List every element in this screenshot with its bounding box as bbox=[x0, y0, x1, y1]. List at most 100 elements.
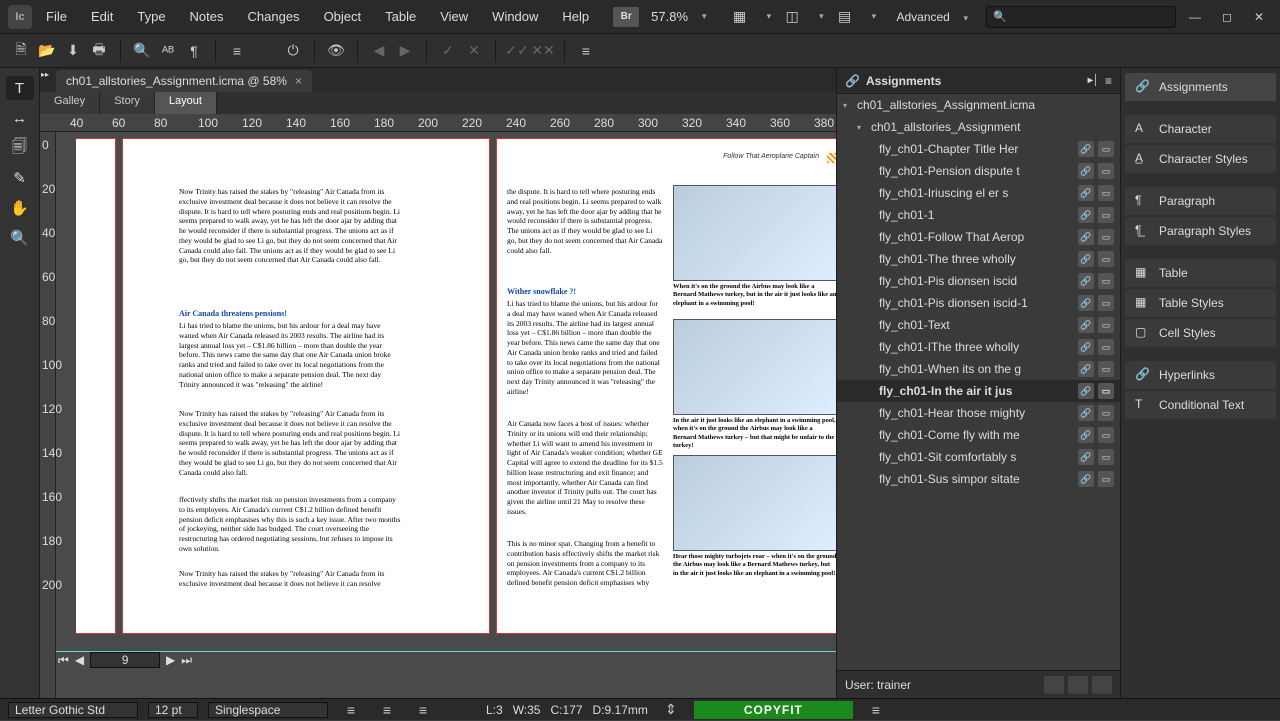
prev-page-icon[interactable]: ◀ bbox=[75, 653, 84, 667]
view-options-caret-icon[interactable]: ▾ bbox=[868, 7, 881, 26]
assignment-item[interactable]: fly_ch01-Text🔗▭ bbox=[837, 314, 1120, 336]
menu-icon[interactable]: ≡ bbox=[226, 40, 248, 62]
screen-mode-caret-icon[interactable]: ▾ bbox=[763, 7, 776, 26]
type-tool-icon[interactable]: T bbox=[6, 76, 34, 100]
body-text[interactable]: Li has tried to blame the unions, but hi… bbox=[507, 299, 663, 397]
dock-tab-table-styles[interactable]: ▦Table Styles bbox=[1125, 289, 1276, 317]
layout-canvas[interactable]: 020406080100120140160180200 Now Trinity … bbox=[40, 132, 836, 698]
heading-1[interactable]: Air Canada threatens pensions! bbox=[179, 309, 287, 319]
assignment-item[interactable]: fly_ch01-In the air it jus🔗▭ bbox=[837, 380, 1120, 402]
minimize-button[interactable]: — bbox=[1182, 7, 1208, 27]
menu-type[interactable]: Type bbox=[127, 5, 175, 28]
image-frame[interactable] bbox=[673, 319, 836, 415]
menu-help[interactable]: Help bbox=[552, 5, 599, 28]
caption[interactable]: Hear those mighty turbojets roar – when … bbox=[673, 553, 836, 578]
find-icon[interactable]: 🔍 bbox=[131, 40, 153, 62]
new-icon[interactable]: 🗎 bbox=[10, 40, 32, 62]
font-family-field[interactable]: Letter Gothic Std bbox=[8, 702, 138, 718]
dock-tab-character-styles[interactable]: A̲Character Styles bbox=[1125, 145, 1276, 173]
page-navigator[interactable]: ⏮ ◀ 9 ▶ ⏭ bbox=[58, 652, 192, 668]
dock-tab-conditional-text[interactable]: TConditional Text bbox=[1125, 391, 1276, 419]
refresh-icon[interactable] bbox=[1068, 676, 1088, 694]
maximize-button[interactable]: ◻ bbox=[1214, 7, 1240, 27]
tab-layout[interactable]: Layout bbox=[155, 92, 217, 114]
collapse-toggle-icon[interactable]: ▸▸ bbox=[40, 68, 50, 80]
update-icon[interactable] bbox=[1044, 676, 1064, 694]
eye-icon[interactable]: 👁 bbox=[325, 40, 347, 62]
assignment-item[interactable]: fly_ch01-Sus simpor sitate🔗▭ bbox=[837, 468, 1120, 490]
assignment-item[interactable]: fly_ch01-Sit comfortably s🔗▭ bbox=[837, 446, 1120, 468]
heading-2[interactable]: Wither snowflake ?! bbox=[507, 287, 576, 297]
caption[interactable]: In the air it just looks like an elephan… bbox=[673, 417, 836, 451]
assignment-item[interactable]: fly_ch01-Come fly with me🔗▭ bbox=[837, 424, 1120, 446]
menu-file[interactable]: File bbox=[36, 5, 77, 28]
next-icon[interactable]: ▶ bbox=[394, 40, 416, 62]
menu-view[interactable]: View bbox=[430, 5, 478, 28]
body-text[interactable]: Li has tried to blame the unions, but hi… bbox=[179, 321, 401, 389]
accept-all-icon[interactable]: ✓✓ bbox=[506, 40, 528, 62]
leading-field[interactable]: Singlespace bbox=[208, 702, 328, 718]
assignment-item[interactable]: fly_ch01-Hear those mighty🔗▭ bbox=[837, 402, 1120, 424]
font-size-field[interactable]: 12 pt bbox=[148, 702, 198, 718]
assignment-item[interactable]: fly_ch01-The three wholly🔗▭ bbox=[837, 248, 1120, 270]
caption[interactable]: When it's on the ground the Airbus may l… bbox=[673, 283, 836, 308]
note-tool-icon[interactable]: 🗐 bbox=[6, 136, 34, 160]
dock-tab-character[interactable]: ACharacter bbox=[1125, 115, 1276, 143]
status-menu-icon[interactable]: ≡ bbox=[865, 699, 887, 721]
workspace-switcher[interactable]: Advanced ▾ bbox=[896, 9, 972, 24]
dock-tab-assignments[interactable]: 🔗Assignments bbox=[1125, 73, 1276, 101]
dock-tab-table[interactable]: ▦Table bbox=[1125, 259, 1276, 287]
zoom-level[interactable]: 57.8% bbox=[651, 9, 688, 24]
page-number-field[interactable]: 9 bbox=[90, 652, 160, 668]
page-spread-right[interactable]: Follow That Aeroplane Captain the disput… bbox=[496, 138, 836, 634]
open-icon[interactable]: 📂 bbox=[36, 40, 58, 62]
image-frame[interactable] bbox=[673, 455, 836, 551]
first-page-icon[interactable]: ⏮ bbox=[58, 653, 69, 668]
menu-edit[interactable]: Edit bbox=[81, 5, 123, 28]
panel-collapse-icon[interactable]: ▸│ bbox=[1088, 75, 1099, 86]
more-icon[interactable]: ≡ bbox=[575, 40, 597, 62]
last-page-icon[interactable]: ⏭ bbox=[181, 653, 192, 668]
screen-mode-icon[interactable]: ▦ bbox=[729, 6, 751, 28]
eyedropper-tool-icon[interactable]: ✎ bbox=[6, 166, 34, 190]
menu-object[interactable]: Object bbox=[314, 5, 372, 28]
tab-galley[interactable]: Galley bbox=[40, 92, 100, 114]
assignment-item[interactable]: fly_ch01-Pis dionsen iscid-1🔗▭ bbox=[837, 292, 1120, 314]
arrange-caret-icon[interactable]: ▾ bbox=[815, 7, 828, 26]
dock-tab-cell-styles[interactable]: ▢Cell Styles bbox=[1125, 319, 1276, 347]
dock-tab-hyperlinks[interactable]: 🔗Hyperlinks bbox=[1125, 361, 1276, 389]
view-options-icon[interactable]: ▤ bbox=[834, 6, 856, 28]
reject-all-icon[interactable]: ✕✕ bbox=[532, 40, 554, 62]
body-text[interactable]: Now Trinity has raised the stakes by "re… bbox=[179, 569, 401, 589]
zoom-tool-icon[interactable]: 🔍 bbox=[6, 226, 34, 250]
body-text[interactable]: This is no minor spat. Changing from a b… bbox=[507, 539, 663, 588]
assignment-item[interactable]: fly_ch01-1🔗▭ bbox=[837, 204, 1120, 226]
menu-notes[interactable]: Notes bbox=[180, 5, 234, 28]
align-right-icon[interactable]: ≡ bbox=[412, 699, 434, 721]
image-frame[interactable] bbox=[673, 185, 836, 281]
menu-changes[interactable]: Changes bbox=[238, 5, 310, 28]
paragraph-icon[interactable]: ¶ bbox=[183, 40, 205, 62]
dock-tab-paragraph[interactable]: ¶Paragraph bbox=[1125, 187, 1276, 215]
accept-icon[interactable]: ✓ bbox=[437, 40, 459, 62]
close-button[interactable]: ✕ bbox=[1246, 7, 1272, 27]
panel-menu-icon[interactable]: ≡ bbox=[1105, 74, 1112, 88]
next-page-icon[interactable]: ▶ bbox=[166, 653, 175, 667]
assignment-item[interactable]: fly_ch01-Pension dispute t🔗▭ bbox=[837, 160, 1120, 182]
reject-icon[interactable]: ✕ bbox=[463, 40, 485, 62]
zoom-dropdown-icon[interactable]: ▾ bbox=[698, 7, 711, 26]
assignment-item[interactable]: fly_ch01-IThe three wholly🔗▭ bbox=[837, 336, 1120, 358]
body-text[interactable]: Air Canada now faces a host of issues: w… bbox=[507, 419, 663, 517]
page-spread-left[interactable]: Now Trinity has raised the stakes by "re… bbox=[122, 138, 490, 634]
checkout-icon[interactable] bbox=[1092, 676, 1112, 694]
spellcheck-icon[interactable]: ᴬᴮ bbox=[157, 40, 179, 62]
menu-window[interactable]: Window bbox=[482, 5, 548, 28]
body-text[interactable]: Now Trinity has raised the stakes by "re… bbox=[179, 187, 401, 265]
menu-table[interactable]: Table bbox=[375, 5, 426, 28]
tab-story[interactable]: Story bbox=[100, 92, 155, 114]
print-icon[interactable]: 🖶 bbox=[88, 40, 110, 62]
depth-ruler-icon[interactable]: ⇕ bbox=[660, 699, 682, 721]
search-input[interactable]: 🔍 bbox=[986, 6, 1176, 28]
assignment-item[interactable]: fly_ch01-Chapter Title Her🔗▭ bbox=[837, 138, 1120, 160]
align-left-icon[interactable]: ≡ bbox=[340, 699, 362, 721]
